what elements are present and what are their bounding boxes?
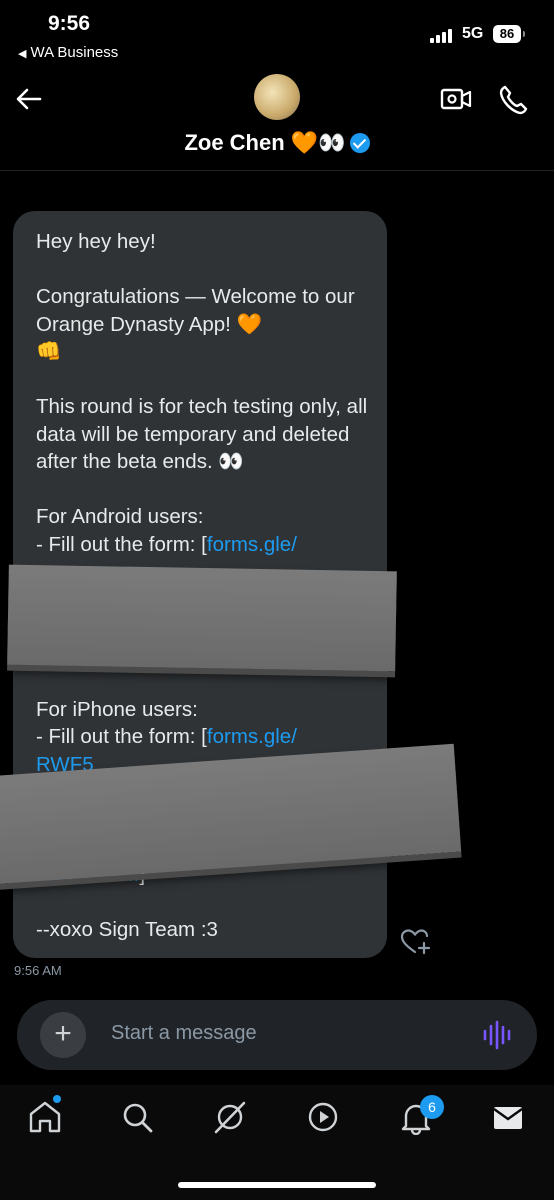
video-tab-icon[interactable]	[305, 1099, 341, 1135]
battery-icon: 86	[493, 25, 525, 43]
home-icon[interactable]	[27, 1099, 63, 1135]
back-arrow-icon[interactable]	[14, 84, 44, 114]
heart-add-reaction-icon[interactable]	[400, 928, 432, 956]
back-to-app-link[interactable]: ◀ WA Business	[18, 44, 118, 61]
android-form-link[interactable]: forms.gle/	[207, 533, 297, 556]
message-input[interactable]: Start a message	[111, 1022, 257, 1045]
search-icon[interactable]	[119, 1099, 155, 1135]
signal-icon	[430, 27, 456, 43]
video-call-icon[interactable]	[440, 84, 472, 114]
message-text-part: For iPhone users: - Fill out the form: [	[36, 697, 207, 749]
notifications-count-badge: 6	[420, 1095, 444, 1119]
voice-message-icon[interactable]	[482, 1020, 512, 1050]
phone-call-icon[interactable]	[497, 84, 529, 116]
home-unread-dot	[53, 1095, 61, 1103]
grok-icon[interactable]	[212, 1099, 248, 1135]
contact-name-row[interactable]: Zoe Chen 🧡👀	[0, 130, 554, 156]
back-triangle-icon: ◀	[18, 48, 27, 60]
contact-name: Zoe Chen 🧡👀	[184, 130, 346, 155]
chat-header: Zoe Chen 🧡👀	[0, 70, 554, 170]
avatar[interactable]	[254, 74, 300, 120]
back-app-label: WA Business	[30, 44, 119, 61]
add-attachment-button[interactable]: +	[40, 1012, 86, 1058]
status-time: 9:56	[48, 12, 91, 35]
header-divider	[0, 170, 554, 171]
messages-mail-icon[interactable]	[490, 1099, 526, 1135]
redaction-block	[7, 564, 397, 672]
home-indicator	[178, 1182, 376, 1188]
message-timestamp: 9:56 AM	[14, 963, 62, 978]
network-type: 5G	[462, 25, 484, 42]
verified-badge-icon	[349, 133, 370, 153]
message-composer[interactable]: + Start a message	[17, 1000, 537, 1070]
status-bar: 9:56 ◀ WA Business 5G 86	[0, 0, 554, 70]
message-text-part: Hey hey hey! Congratulations — Welcome t…	[36, 230, 368, 556]
